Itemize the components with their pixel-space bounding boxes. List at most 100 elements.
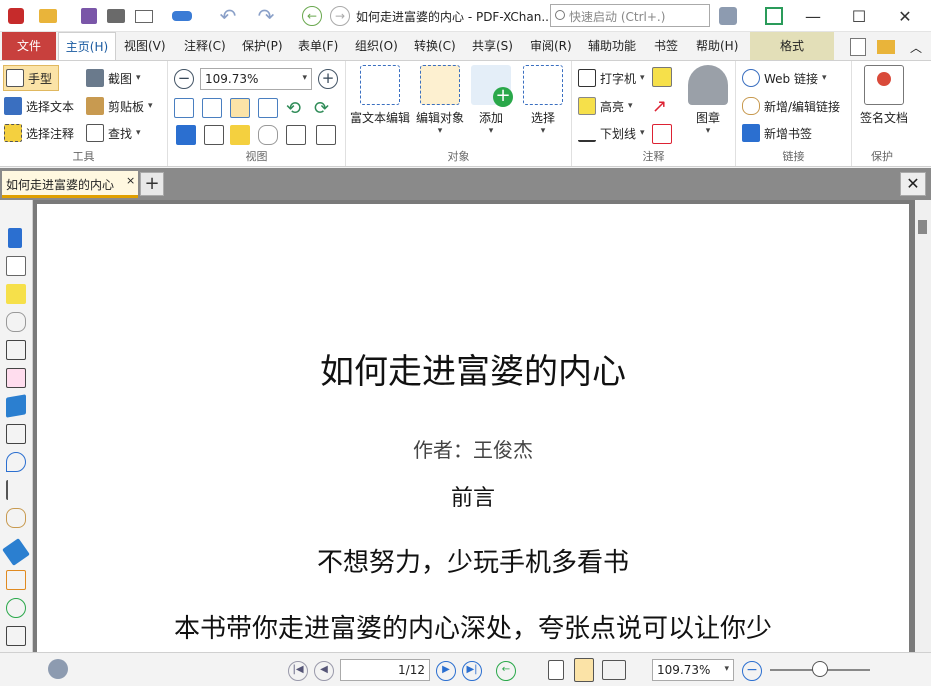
print-icon[interactable] — [106, 6, 126, 26]
edit-object-button[interactable]: 编辑对象 ▾ — [412, 65, 468, 136]
actual-size-icon[interactable] — [174, 98, 194, 118]
next-page-icon[interactable]: ▶ — [436, 661, 456, 681]
tab-organize[interactable]: 组织(O) — [355, 32, 398, 60]
folder-search-icon[interactable] — [876, 37, 896, 57]
attachments-icon[interactable] — [6, 312, 26, 332]
close-button[interactable]: ✕ — [882, 0, 928, 32]
accessibility-icon[interactable] — [6, 598, 26, 618]
typewriter-button[interactable]: 打字机 ▾ — [578, 69, 645, 87]
snapshot-button[interactable]: 截图 ▾ — [86, 69, 141, 87]
fullscreen-icon[interactable] — [764, 6, 784, 26]
close-tab-icon[interactable]: × — [126, 174, 135, 187]
email-icon[interactable] — [134, 6, 154, 26]
comments-icon[interactable] — [6, 284, 26, 304]
document-viewer[interactable]: 如何走进富婆的内心 作者：王俊杰 前言 不想努力，少玩手机多看书 本书带你走进富… — [33, 200, 915, 652]
status-zoom-out-icon[interactable]: − — [742, 661, 762, 681]
quick-launch-input[interactable]: 快速启动 (Ctrl+.) — [550, 4, 710, 27]
vertical-scrollbar[interactable] — [915, 200, 931, 652]
tab-bookmark[interactable]: 书签 — [654, 32, 678, 60]
undo-icon[interactable]: ↶ — [218, 4, 238, 28]
zoom-select[interactable]: 109.73% ▾ — [200, 68, 312, 90]
zoom-in-icon[interactable]: + — [318, 69, 338, 89]
redo-icon[interactable]: ↷ — [256, 4, 276, 28]
tags-icon[interactable] — [2, 538, 30, 566]
previous-view-icon[interactable]: ← — [496, 661, 516, 681]
close-document-button[interactable]: ✕ — [900, 172, 926, 196]
properties-pane-icon[interactable] — [316, 125, 336, 145]
clipboard-button[interactable]: 剪贴板 ▾ — [86, 97, 153, 115]
minimize-button[interactable]: — — [790, 0, 836, 32]
scanner-icon[interactable] — [172, 6, 192, 26]
attachments-pane-icon[interactable] — [258, 125, 278, 145]
sticky-note-icon[interactable] — [652, 67, 672, 87]
first-page-icon[interactable]: |◀ — [288, 661, 308, 681]
pdf-page[interactable]: 如何走进富婆的内心 作者：王俊杰 前言 不想努力，少玩手机多看书 本书带你走进富… — [37, 204, 909, 652]
tab-protect[interactable]: 保护(P) — [242, 32, 283, 60]
single-page-icon[interactable] — [548, 660, 564, 680]
save-icon[interactable] — [79, 6, 99, 26]
status-settings-icon[interactable] — [48, 659, 68, 679]
links-icon[interactable] — [6, 508, 26, 528]
tab-help[interactable]: 帮助(H) — [696, 32, 738, 60]
collapse-ribbon-icon[interactable]: ︿ — [906, 37, 926, 57]
tab-share[interactable]: 共享(S) — [472, 32, 513, 60]
rectangle-icon[interactable] — [652, 124, 672, 144]
open-folder-icon[interactable] — [38, 6, 58, 26]
new-tab-button[interactable]: + — [140, 172, 164, 196]
add-edit-link-button[interactable]: 新增/编辑链接 — [742, 97, 840, 115]
tab-convert[interactable]: 转换(C) — [414, 32, 456, 60]
fields-icon[interactable] — [6, 424, 26, 444]
zoom-slider-knob[interactable] — [812, 661, 828, 677]
tab-file[interactable]: 文件 — [2, 32, 56, 60]
comments-pane-icon[interactable] — [230, 125, 250, 145]
last-page-icon[interactable]: ▶| — [462, 661, 482, 681]
select-text-button[interactable]: 选择文本 — [4, 97, 74, 115]
layers-icon[interactable] — [6, 394, 26, 418]
tab-home[interactable]: 主页(H) — [58, 32, 116, 60]
thumbnails-icon[interactable] — [6, 256, 26, 276]
select-annotation-button[interactable]: 选择注释 — [4, 124, 74, 142]
hand-tool-button[interactable]: 手型 — [3, 65, 60, 91]
signatures-icon[interactable] — [6, 368, 26, 388]
reading-order-icon[interactable] — [6, 626, 26, 646]
fit-visible-icon[interactable] — [258, 98, 278, 118]
settings-icon[interactable] — [718, 6, 738, 26]
rotate-left-icon[interactable]: ⟲ — [286, 98, 306, 119]
document-tab[interactable]: 如何走进富婆的内心 × — [2, 171, 138, 198]
order-icon[interactable] — [6, 570, 26, 590]
fit-width-icon[interactable] — [230, 98, 250, 118]
destinations-icon[interactable] — [6, 452, 26, 472]
scrollbar-thumb[interactable] — [918, 220, 927, 234]
facing-pages-icon[interactable] — [602, 660, 626, 680]
bookmark-pane-icon[interactable] — [176, 125, 196, 145]
rich-text-edit-button[interactable]: 富文本编辑 — [348, 65, 412, 126]
previous-page-icon[interactable]: ◀ — [314, 661, 334, 681]
forward-icon[interactable]: → — [330, 6, 350, 26]
maximize-button[interactable]: ☐ — [836, 0, 882, 32]
tab-format[interactable]: 格式 — [750, 32, 834, 60]
select-button[interactable]: 选择 ▾ — [518, 65, 568, 136]
highlight-button[interactable]: 高亮 ▾ — [578, 97, 633, 115]
tab-form[interactable]: 表单(F) — [298, 32, 338, 60]
zoom-out-icon[interactable]: − — [174, 69, 194, 89]
pages-pane-icon[interactable] — [204, 125, 224, 145]
page-number-input[interactable]: 1/12 — [340, 659, 430, 681]
status-zoom-select[interactable]: 109.73% ▾ — [652, 659, 734, 681]
find-button[interactable]: 查找 ▾ — [86, 124, 141, 142]
bookmarks-icon[interactable] — [8, 228, 22, 248]
add-button[interactable]: + 添加 ▾ — [468, 65, 514, 136]
underline-button[interactable]: 下划线 ▾ — [578, 124, 645, 142]
tab-review[interactable]: 审阅(R) — [530, 32, 572, 60]
add-bookmark-button[interactable]: 新增书签 — [742, 124, 812, 142]
tab-view[interactable]: 视图(V) — [124, 32, 166, 60]
continuous-page-icon[interactable] — [574, 658, 594, 682]
tab-comment[interactable]: 注释(C) — [184, 32, 226, 60]
tab-accessibility[interactable]: 辅助功能 — [588, 32, 636, 60]
web-links-button[interactable]: Web 链接 ▾ — [742, 69, 827, 87]
structure-icon[interactable] — [6, 480, 26, 500]
content-icon[interactable] — [6, 340, 26, 360]
doc-properties-icon[interactable] — [848, 37, 868, 57]
sign-document-button[interactable]: 签名文档 — [856, 65, 912, 126]
app-logo-icon[interactable] — [6, 6, 26, 26]
fit-page-icon[interactable] — [202, 98, 222, 118]
